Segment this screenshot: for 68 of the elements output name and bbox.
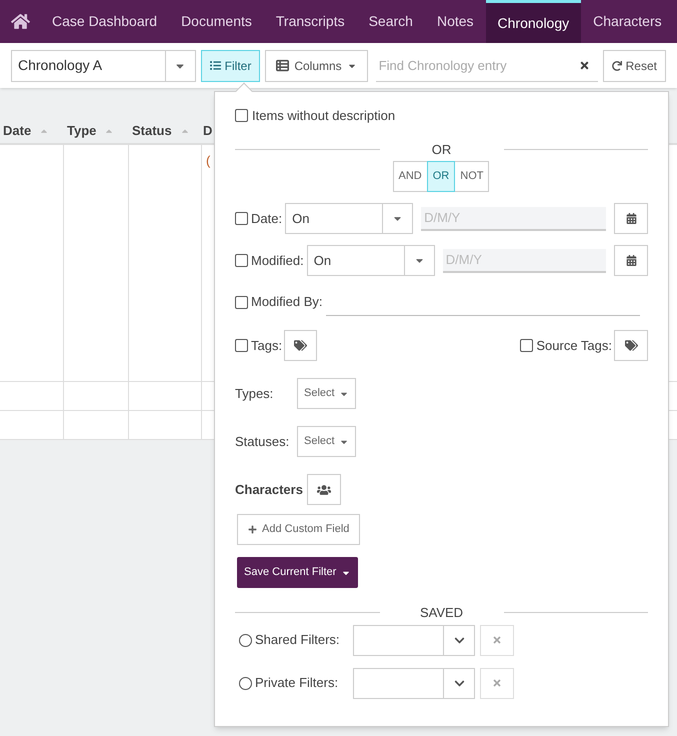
select-dropdown[interactable]: Select [297, 378, 356, 409]
tags-button[interactable] [614, 330, 648, 361]
calendar-icon [626, 255, 636, 266]
reset-icon [612, 60, 622, 70]
nav-tab[interactable]: Documents [169, 0, 264, 43]
date-field[interactable]: D/M/Y [442, 248, 606, 272]
logic-heading: OR [430, 140, 452, 158]
column-header[interactable]: Type [67, 120, 96, 140]
nav-tab[interactable]: Case Dashboard [40, 0, 170, 43]
filter-label: Source Tags: [536, 336, 612, 355]
nav-tab[interactable]: Notes [424, 0, 486, 43]
filter-label: Types: [235, 384, 274, 403]
calendar-button[interactable] [614, 203, 648, 234]
radio-button[interactable] [239, 676, 252, 690]
plus-icon [248, 525, 257, 534]
list-icon [210, 60, 221, 71]
saved-heading: SAVED [418, 604, 464, 622]
nav-tab[interactable]: Chronology [486, 0, 582, 43]
table-icon [276, 59, 290, 72]
operator-select[interactable]: On [306, 245, 435, 276]
save-filter-button[interactable]: Save Current Filter [237, 557, 358, 588]
checkbox[interactable] [520, 339, 534, 352]
tags-button[interactable] [284, 330, 318, 361]
checkbox[interactable] [235, 109, 248, 122]
filter-label: Date: [251, 210, 282, 228]
filter-label: Modified By: [251, 293, 323, 312]
reset-button[interactable]: Reset [602, 50, 666, 82]
filter-label: Shared Filters: [255, 631, 341, 650]
table-cell: ( [206, 153, 210, 168]
column-header[interactable]: Date [3, 120, 32, 140]
nav-tab[interactable]: Transcripts [264, 0, 357, 43]
logic-toggle[interactable]: OR [426, 161, 456, 192]
radio-button[interactable] [239, 634, 252, 646]
characters-button[interactable] [306, 474, 341, 505]
tags-icon [294, 339, 308, 352]
chronology-select[interactable]: Chronology A [11, 50, 196, 82]
checkbox[interactable] [235, 254, 248, 267]
chevron-icon [454, 678, 464, 688]
checkbox[interactable] [235, 212, 248, 225]
close-icon [492, 678, 502, 688]
characters-label: Characters [235, 480, 303, 499]
column-header[interactable]: Status [132, 120, 172, 140]
columns-button[interactable]: Columns [265, 50, 368, 82]
users-icon [316, 482, 331, 496]
nav-tab[interactable]: Search [356, 0, 425, 43]
calendar-icon [626, 213, 636, 224]
home-icon[interactable] [10, 12, 30, 31]
tags-icon [624, 339, 638, 352]
checkbox[interactable] [235, 339, 248, 352]
close-icon [492, 635, 502, 645]
filter-button[interactable]: Filter [200, 50, 260, 82]
checkbox[interactable] [235, 296, 248, 308]
date-field[interactable]: D/M/Y [421, 206, 606, 230]
calendar-button[interactable] [614, 245, 648, 276]
operator-select[interactable]: On [285, 203, 414, 234]
add-custom-field-button[interactable]: Add Custom Field [237, 514, 360, 545]
filter-label: Tags: [251, 336, 282, 355]
checkbox-label: Items without description [252, 107, 396, 125]
filter-label: Modified: [251, 252, 304, 270]
nav-tab[interactable]: Characters [581, 0, 674, 43]
logic-toggle[interactable]: NOT [454, 161, 490, 192]
chevron-icon [454, 634, 464, 646]
filter-label: Statuses: [235, 432, 290, 451]
clear-icon[interactable] [578, 60, 590, 70]
search-field[interactable]: Find Chronology entry [376, 50, 579, 80]
column-header[interactable]: D [203, 120, 212, 140]
filter-label: Private Filters: [255, 674, 340, 692]
select-dropdown[interactable]: Select [297, 426, 356, 457]
